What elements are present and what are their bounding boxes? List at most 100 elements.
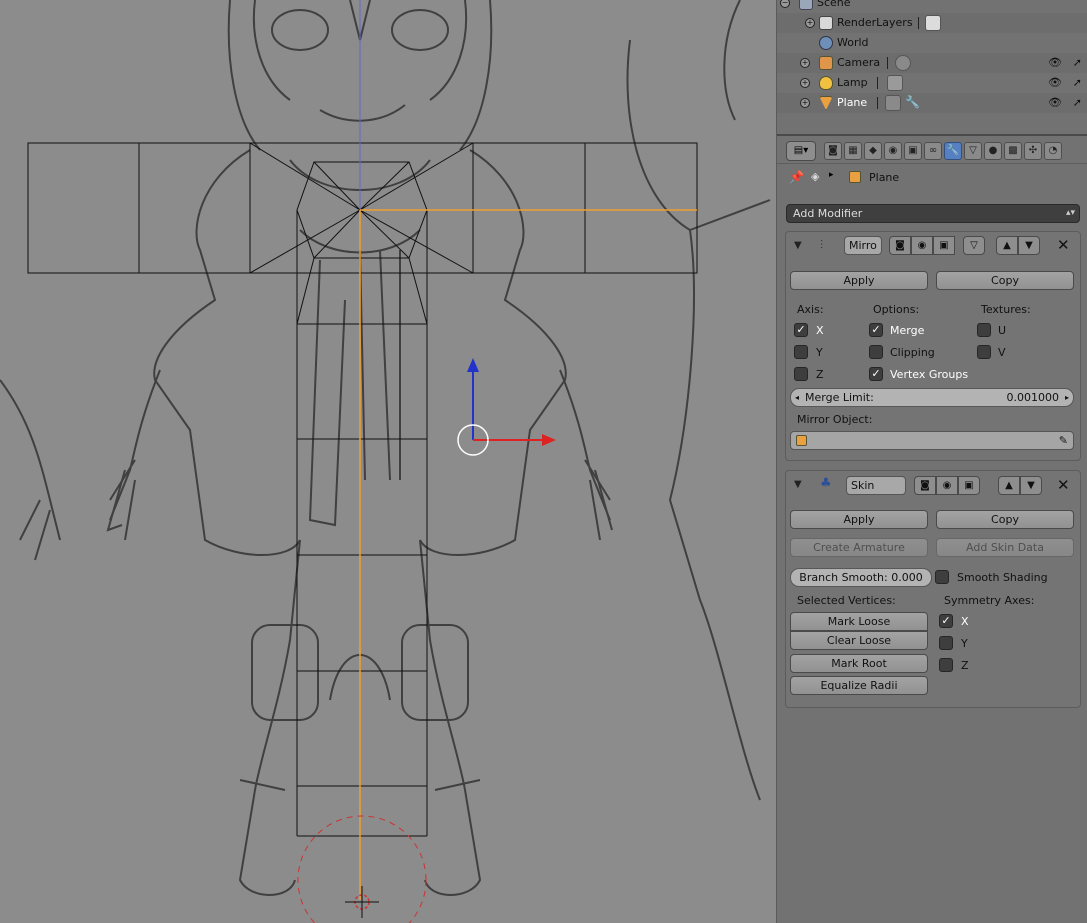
outliner[interactable]: − Scene + RenderLayers World + Camera 👁 … (777, 0, 1087, 136)
visibility-eye-icon[interactable]: 👁 (1048, 96, 1062, 109)
skin-modifier-icon: ♣ (820, 476, 832, 491)
symmetry-x-label: X (961, 615, 969, 628)
render-tab-icon[interactable]: ◙ (824, 142, 842, 160)
material-tab-icon[interactable]: ● (984, 142, 1002, 160)
merge-checkbox[interactable]: ✓ (869, 323, 883, 337)
move-up-icon[interactable]: ▲ (998, 476, 1020, 495)
symmetry-y-checkbox[interactable] (939, 636, 953, 650)
texture-tab-icon[interactable]: ▩ (1004, 142, 1022, 160)
collapse-triangle-icon[interactable]: ▼ (794, 479, 802, 490)
mirror-object-field[interactable]: ✎ (790, 431, 1074, 450)
expand-icon[interactable]: + (800, 78, 810, 88)
textures-heading: Textures: (981, 303, 1031, 316)
viewport-canvas[interactable] (0, 0, 776, 923)
camera-data-icon[interactable] (895, 55, 911, 71)
visibility-eye-icon[interactable]: 👁 (1048, 76, 1062, 89)
increment-arrow-icon[interactable]: ▸ (1065, 389, 1069, 406)
collapse-triangle-icon[interactable]: ▼ (794, 240, 802, 251)
outliner-label: Scene (817, 0, 851, 9)
eyedropper-icon[interactable]: ✎ (1059, 432, 1068, 449)
scene-icon (799, 0, 813, 10)
expand-icon[interactable]: + (805, 18, 815, 28)
merge-label: Merge (890, 324, 925, 337)
texture-u-checkbox[interactable] (977, 323, 991, 337)
mirror-copy-button[interactable]: Copy (936, 271, 1074, 290)
3d-cursor-icon[interactable] (297, 815, 427, 923)
outliner-row-plane[interactable]: + Plane 🔧 👁 ➚ (777, 93, 1087, 113)
remove-modifier-icon[interactable]: ✕ (1057, 236, 1070, 254)
outliner-row-renderlayers[interactable]: + RenderLayers (777, 13, 1087, 33)
mirror-object-label: Mirror Object: (797, 413, 873, 426)
select-cursor-icon[interactable]: ➚ (1073, 76, 1082, 89)
mesh-data-icon[interactable] (885, 95, 901, 111)
visibility-eye-icon[interactable]: 👁 (1048, 56, 1062, 69)
remove-modifier-icon[interactable]: ✕ (1057, 476, 1070, 494)
scene-tab-icon[interactable]: ◆ (864, 142, 882, 160)
decrement-arrow-icon[interactable]: ◂ (795, 389, 799, 406)
lamp-data-icon[interactable] (887, 75, 903, 91)
physics-tab-icon[interactable]: ◔ (1044, 142, 1062, 160)
move-up-icon[interactable]: ▲ (996, 236, 1018, 255)
3d-viewport[interactable] (0, 0, 776, 923)
symmetry-z-label: Z (961, 659, 969, 672)
reference-image-sketch (0, 0, 771, 896)
symmetry-x-checkbox[interactable]: ✓ (939, 614, 953, 628)
constraints-tab-icon[interactable]: ∞ (924, 142, 942, 160)
mark-root-button[interactable]: Mark Root (790, 654, 928, 673)
mark-loose-button[interactable]: Mark Loose (790, 612, 928, 631)
clipping-checkbox[interactable] (869, 345, 883, 359)
render-layer-icon[interactable] (925, 15, 941, 31)
pin-icon[interactable]: 📌 (789, 170, 804, 184)
texture-v-checkbox[interactable] (977, 345, 991, 359)
editmode-toggle-icon[interactable]: ▣ (958, 476, 980, 495)
cage-toggle-icon[interactable]: ▽ (963, 236, 985, 255)
branch-smooth-field[interactable]: Branch Smooth: 0.000 (790, 568, 932, 587)
select-cursor-icon[interactable]: ➚ (1073, 96, 1082, 109)
mirror-apply-button[interactable]: Apply (790, 271, 928, 290)
render-toggle-icon[interactable]: ◙ (889, 236, 911, 255)
vertex-groups-checkbox[interactable]: ✓ (869, 367, 883, 381)
viewport-toggle-icon[interactable]: ◉ (936, 476, 958, 495)
move-down-icon[interactable]: ▼ (1018, 236, 1040, 255)
object-tab-icon[interactable]: ▣ (904, 142, 922, 160)
outliner-row-camera[interactable]: + Camera 👁 ➚ (777, 53, 1087, 73)
transform-gizmo[interactable] (457, 358, 556, 456)
equalize-radii-button[interactable]: Equalize Radii (790, 676, 928, 695)
symmetry-z-checkbox[interactable] (939, 658, 953, 672)
render-toggle-icon[interactable]: ◙ (914, 476, 936, 495)
modifiers-tab-icon[interactable]: 🔧 (944, 142, 962, 160)
expand-icon[interactable]: + (800, 58, 810, 68)
skin-copy-button[interactable]: Copy (936, 510, 1074, 529)
add-modifier-dropdown[interactable]: Add Modifier ▴▾ (786, 204, 1080, 223)
mirror-axis-z-checkbox[interactable] (794, 367, 808, 381)
outliner-row-world[interactable]: World (777, 33, 1087, 53)
render-layers-tab-icon[interactable]: ▦ (844, 142, 862, 160)
select-cursor-icon[interactable]: ➚ (1073, 56, 1082, 69)
skin-apply-button[interactable]: Apply (790, 510, 928, 529)
mirror-axis-y-checkbox[interactable] (794, 345, 808, 359)
outliner-row-scene[interactable]: − Scene (777, 0, 1087, 13)
collapse-icon[interactable]: − (780, 0, 790, 8)
breadcrumb: 📌 ◈ ▸ Plane (777, 166, 1087, 190)
wrench-icon[interactable]: 🔧 (905, 95, 920, 109)
outliner-row-lamp[interactable]: + Lamp 👁 ➚ (777, 73, 1087, 93)
expand-icon[interactable]: + (800, 98, 810, 108)
mirror-axis-x-checkbox[interactable]: ✓ (794, 323, 808, 337)
add-skin-data-button[interactable]: Add Skin Data (936, 538, 1074, 557)
world-tab-icon[interactable]: ◉ (884, 142, 902, 160)
editor-type-button[interactable]: ▤▾ (786, 141, 816, 161)
smooth-shading-checkbox[interactable] (935, 570, 949, 584)
move-down-icon[interactable]: ▼ (1020, 476, 1042, 495)
particles-tab-icon[interactable]: ✣ (1024, 142, 1042, 160)
mirror-name-field[interactable]: Mirro (844, 236, 882, 255)
smooth-shading-label: Smooth Shading (957, 571, 1048, 584)
separator (877, 77, 878, 89)
clear-loose-button[interactable]: Clear Loose (790, 631, 928, 650)
data-tab-icon[interactable]: ▽ (964, 142, 982, 160)
merge-limit-field[interactable]: ◂ Merge Limit: 0.001000 ▸ (790, 388, 1074, 407)
editmode-toggle-icon[interactable]: ▣ (933, 236, 955, 255)
skin-name-field[interactable]: Skin (846, 476, 906, 495)
mirror-axis-z-label: Z (816, 368, 824, 381)
create-armature-button[interactable]: Create Armature (790, 538, 928, 557)
viewport-toggle-icon[interactable]: ◉ (911, 236, 933, 255)
